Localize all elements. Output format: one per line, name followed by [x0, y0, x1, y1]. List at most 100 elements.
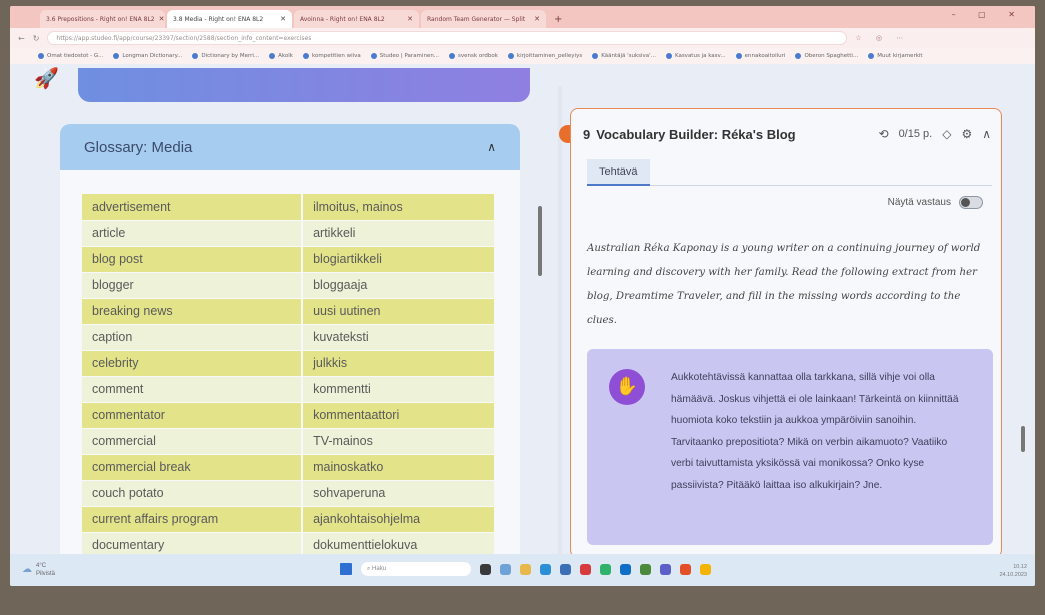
rocket-logo-icon[interactable]: 🚀 — [34, 66, 62, 94]
browser-tab[interactable]: Random Team Generator — Split ✕ — [421, 10, 546, 28]
taskbar-apps: ⌕ Haku — [340, 562, 711, 576]
chrome-icon[interactable] — [700, 563, 711, 575]
weather-widget[interactable]: ☁ 4°C Pilvistä — [22, 562, 55, 578]
tab-label: 3.8 Media - Right on! ENA 8L2 — [173, 15, 264, 23]
right-scrollbar[interactable] — [1021, 426, 1025, 452]
term-fi: julkkis — [302, 350, 496, 377]
new-tab-button[interactable]: + — [554, 14, 562, 25]
term-en: advertisement — [82, 194, 304, 221]
onedrive-icon[interactable] — [620, 563, 631, 575]
cloud-icon: ☁ — [22, 564, 32, 575]
windows-start-icon[interactable] — [340, 563, 352, 575]
office-icon[interactable] — [580, 563, 591, 575]
bookmark-label: svensk ordbok — [458, 53, 498, 59]
extension-icons[interactable]: ☆ ◎ ⋯ — [855, 34, 909, 42]
back-icon[interactable]: ← — [18, 34, 25, 43]
glossary-panel: Glossary: Media ∧ advertisement ilmoitus,… — [60, 124, 520, 564]
chevron-up-icon[interactable]: ∧ — [982, 127, 991, 141]
bookmark-icon — [269, 53, 276, 59]
bookmark-item[interactable]: Kääntäjä 'suksiva'... — [592, 53, 656, 59]
bookmark-label: Akolk — [278, 53, 293, 59]
bookmark-item[interactable]: Muut kirjamerkit — [868, 53, 923, 59]
glossary-table: advertisement ilmoitus, mainos article art… — [82, 194, 496, 559]
bookmark-icon — [665, 53, 672, 59]
chevron-up-icon[interactable]: ∧ — [487, 140, 496, 154]
table-row: blog post blogiartikkeli — [82, 246, 496, 273]
chat-icon[interactable] — [660, 563, 671, 575]
term-en: celebrity — [82, 350, 304, 377]
bookmark-icon — [303, 53, 309, 59]
table-row: article artikkeli — [82, 220, 496, 247]
tab-label: Random Team Generator — Split — [427, 15, 526, 23]
term-fi: bloggaaja — [302, 272, 496, 299]
hand-icon: ✋ — [609, 369, 645, 405]
left-scrollbar[interactable] — [538, 206, 542, 276]
bookmark-icon — [795, 53, 802, 59]
glossary-header[interactable]: Glossary: Media ∧ — [60, 124, 520, 170]
task-view-icon[interactable] — [480, 563, 491, 575]
bookmark-item[interactable]: Longman Dictionary... — [113, 53, 182, 59]
term-fi: TV-mainos — [302, 428, 496, 455]
browser-tab[interactable]: Avoinna - Right on! ENA 8L2 ✕ — [294, 10, 419, 28]
hero-banner — [78, 68, 530, 102]
term-en: caption — [82, 324, 304, 351]
browser-tab-bar: 3.6 Prepositions - Right on! ENA 8L2 ✕ 3.… — [10, 6, 1035, 28]
table-row: commercial break mainoskatko — [82, 454, 496, 481]
browser-tab[interactable]: 3.6 Prepositions - Right on! ENA 8L2 ✕ — [40, 10, 165, 28]
address-bar: ← ↻ https://app.studeo.fi/app/course/233… — [10, 28, 1035, 48]
reload-icon[interactable]: ↻ — [33, 34, 40, 43]
bookmark-item[interactable]: Dictionary by Merri... — [192, 53, 259, 59]
bookmark-item[interactable]: kompetitien wiiva — [303, 53, 361, 59]
term-en: blogger — [82, 272, 304, 299]
bookmark-item[interactable]: Kasvatus ja kasv... — [665, 53, 726, 59]
term-fi: uusi uutinen — [302, 298, 496, 325]
term-en: couch potato — [82, 480, 304, 507]
bookmark-icon — [113, 53, 120, 59]
bookmark-item[interactable]: Omat tiedostot - G... — [38, 53, 103, 59]
history-icon[interactable]: ⟲ — [879, 127, 889, 141]
widgets-icon[interactable] — [500, 563, 511, 575]
close-icon[interactable]: ✕ — [159, 15, 165, 23]
table-row: celebrity julkkis — [82, 350, 496, 377]
bookmark-label: Longman Dictionary... — [122, 53, 183, 59]
url-input[interactable]: https://app.studeo.fi/app/course/23397/s… — [47, 31, 848, 45]
term-en: article — [82, 220, 304, 247]
close-icon[interactable]: ✕ — [534, 15, 540, 23]
bookmark-icon — [592, 53, 599, 59]
close-icon[interactable]: ✕ — [280, 15, 286, 23]
term-en: commentator — [82, 402, 304, 429]
bookmark-item[interactable]: Studeo | Paraminen... — [370, 53, 440, 59]
bookmark-label: Kasvatus ja kasv... — [674, 53, 726, 59]
clock-time: 10.12 — [1013, 564, 1027, 570]
bookmark-icon — [370, 53, 377, 59]
powerpoint-icon[interactable] — [680, 563, 691, 575]
tag-icon[interactable]: ◇ — [942, 127, 951, 141]
term-en: breaking news — [82, 298, 304, 325]
bookmark-item[interactable]: Akolk — [269, 53, 293, 59]
bookmark-item[interactable]: svensk ordbok — [449, 53, 498, 59]
term-fi: mainoskatko — [302, 454, 496, 481]
taskbar: ☁ 4°C Pilvistä ⌕ Haku 10.12 24.10.2023 — [10, 554, 1035, 586]
bookmark-label: Oberon Spaghetti... — [804, 53, 859, 59]
hint-text: Aukkotehtävissä kannattaa olla tarkkana,… — [671, 372, 959, 491]
bookmark-item[interactable]: Oberon Spaghetti... — [795, 53, 858, 59]
store-icon[interactable] — [560, 563, 571, 575]
system-clock[interactable]: 10.12 24.10.2023 — [999, 563, 1027, 579]
taskbar-search-input[interactable]: ⌕ Haku — [361, 562, 471, 576]
edge-icon[interactable] — [540, 563, 551, 575]
window-controls[interactable]: – ▢ ✕ — [952, 10, 1025, 19]
file-explorer-icon[interactable] — [520, 563, 531, 575]
table-row: couch potato sohvaperuna — [82, 480, 496, 507]
bookmark-label: Studeo | Paraminen... — [379, 53, 440, 59]
tab-task[interactable]: Tehtävä — [587, 159, 650, 186]
browser-tab-active[interactable]: 3.8 Media - Right on! ENA 8L2 ✕ — [167, 10, 292, 28]
score-label: 0/15 p. — [898, 128, 933, 140]
table-row: breaking news uusi uutinen — [82, 298, 496, 325]
show-answer-toggle[interactable] — [959, 196, 983, 209]
bookmark-item[interactable]: ennakoaitoiluri — [735, 53, 785, 59]
close-icon[interactable]: ✕ — [407, 15, 413, 23]
gear-icon[interactable]: ⚙ — [961, 127, 972, 141]
bookmark-item[interactable]: kirjoittaminen_pelleyiys — [507, 53, 582, 59]
teams-icon[interactable] — [600, 563, 611, 575]
excel-icon[interactable] — [640, 563, 651, 575]
